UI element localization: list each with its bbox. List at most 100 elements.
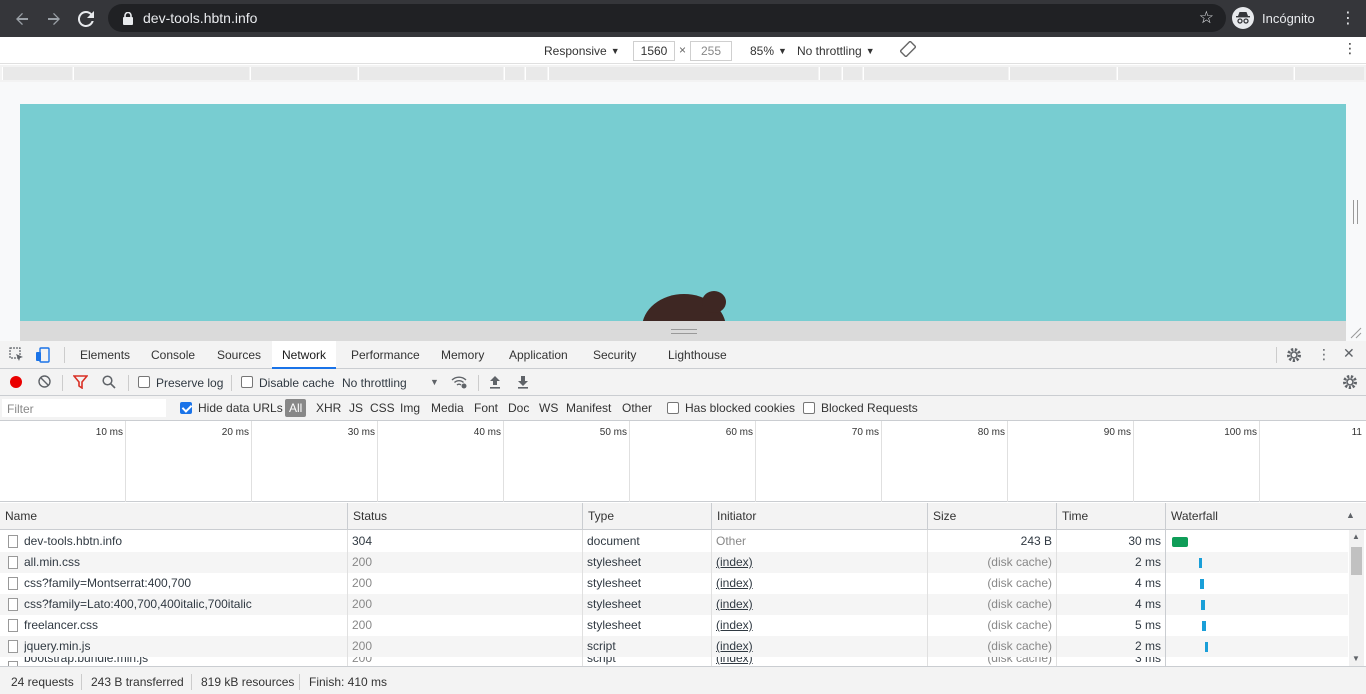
ruler-segment[interactable] (358, 67, 503, 80)
type-filter-xhr[interactable]: XHR (312, 399, 345, 417)
type-filter-manifest[interactable]: Manifest (562, 399, 615, 417)
height-input[interactable]: 255 (690, 41, 732, 61)
ruler-segment[interactable] (1294, 67, 1364, 80)
ruler-segment[interactable] (250, 67, 357, 80)
sort-ascending-icon[interactable]: ▲ (1346, 510, 1355, 520)
has-blocked-cookies-checkbox[interactable] (667, 402, 679, 414)
zoom-select[interactable]: 85% ▼ (750, 41, 787, 61)
timeline-overview[interactable]: 10 ms 20 ms 30 ms 40 ms 50 ms 60 ms 70 m… (0, 421, 1366, 502)
type-filter-media[interactable]: Media (427, 399, 468, 417)
table-row[interactable]: css?family=Lato:400,700,400italic,700ita… (0, 594, 1348, 615)
viewport-resize-handle[interactable] (20, 321, 1346, 341)
type-filter-js[interactable]: JS (345, 399, 367, 417)
record-icon[interactable] (10, 376, 22, 388)
rotate-button[interactable] (899, 40, 917, 60)
tab-application[interactable]: Application (499, 341, 578, 369)
type-filter-font[interactable]: Font (470, 399, 502, 417)
ruler-segment[interactable] (548, 67, 818, 80)
ruler-segment[interactable] (842, 67, 862, 80)
type-filter-other[interactable]: Other (618, 399, 656, 417)
tab-performance[interactable]: Performance (341, 341, 430, 369)
type-filter-css[interactable]: CSS (366, 399, 399, 417)
type-filter-doc[interactable]: Doc (504, 399, 533, 417)
tab-elements[interactable]: Elements (70, 341, 140, 369)
device-select[interactable]: Responsive ▼ (544, 41, 620, 61)
initiator-link[interactable]: (index) (716, 615, 753, 636)
filter-icon[interactable] (72, 375, 89, 392)
incognito-indicator[interactable]: Incógnito (1232, 5, 1315, 31)
table-row[interactable]: jquery.min.js 200 script (index) (disk c… (0, 636, 1348, 657)
tab-lighthouse[interactable]: Lighthouse (658, 341, 737, 369)
forward-button[interactable] (38, 0, 70, 37)
tab-console[interactable]: Console (141, 341, 205, 369)
type-filter-ws[interactable]: WS (535, 399, 562, 417)
url-text: dev-tools.hbtn.info (143, 10, 258, 26)
table-row[interactable]: bootstrap.bundle.min.js 200 script (inde… (0, 657, 1348, 666)
type-filter-img[interactable]: Img (396, 399, 424, 417)
blocked-requests-checkbox[interactable] (803, 402, 815, 414)
initiator-link[interactable]: (index) (716, 636, 753, 657)
table-scrollbar[interactable]: ▲ ▼ (1349, 530, 1364, 666)
export-har-icon[interactable] (517, 375, 529, 392)
disable-cache-checkbox[interactable] (241, 376, 253, 388)
ruler-segment[interactable] (863, 67, 1008, 80)
column-header-waterfall[interactable]: Waterfall (1166, 503, 1366, 530)
scroll-down-icon[interactable]: ▼ (1352, 654, 1360, 663)
network-throttling-select[interactable]: No throttling (342, 376, 407, 390)
tab-security[interactable]: Security (583, 341, 646, 369)
column-header-size[interactable]: Size (928, 503, 1057, 530)
inspect-element-icon[interactable] (9, 347, 25, 366)
filter-input[interactable]: Filter (2, 399, 166, 417)
address-bar[interactable]: dev-tools.hbtn.info ☆ (108, 4, 1226, 32)
table-row[interactable]: css?family=Montserrat:400,700 200 styles… (0, 573, 1348, 594)
scroll-up-icon[interactable]: ▲ (1352, 532, 1360, 541)
network-settings-gear-icon[interactable] (1342, 374, 1358, 393)
tab-memory[interactable]: Memory (431, 341, 494, 369)
scroll-thumb[interactable] (1351, 547, 1362, 575)
network-conditions-icon[interactable] (451, 375, 468, 392)
bookmark-star-icon[interactable]: ☆ (1199, 8, 1214, 28)
corner-resize-icon[interactable] (1348, 325, 1362, 339)
close-devtools-icon[interactable]: ✕ (1343, 345, 1355, 362)
vertical-resize-grip-icon[interactable] (1353, 200, 1358, 224)
initiator-link[interactable]: (index) (716, 594, 753, 615)
column-header-time[interactable]: Time (1057, 503, 1166, 530)
initiator-link[interactable]: (index) (716, 552, 753, 573)
ruler-segment[interactable] (1009, 67, 1116, 80)
table-row[interactable]: all.min.css 200 stylesheet (index) (disk… (0, 552, 1348, 573)
column-header-initiator[interactable]: Initiator (712, 503, 928, 530)
reload-button[interactable] (70, 0, 102, 37)
ruler-segment[interactable] (819, 67, 841, 80)
ruler-segment[interactable] (73, 67, 249, 80)
device-more-icon[interactable]: ⋮ (1343, 40, 1357, 57)
back-button[interactable] (6, 0, 38, 37)
ruler-segment[interactable] (504, 67, 524, 80)
clear-icon[interactable] (38, 375, 51, 391)
browser-menu-icon[interactable]: ⋮ (1340, 8, 1356, 28)
device-toggle-icon[interactable] (35, 347, 51, 366)
initiator-link[interactable]: (index) (716, 573, 753, 594)
width-input[interactable]: 1560 (633, 41, 675, 61)
initiator-link[interactable]: (index) (716, 657, 753, 666)
device-throttling-select[interactable]: No throttling ▼ (797, 41, 875, 61)
tab-sources[interactable]: Sources (207, 341, 271, 369)
table-row[interactable]: freelancer.css 200 stylesheet (index) (d… (0, 615, 1348, 636)
request-size: (disk cache) (987, 639, 1052, 653)
ruler-segment[interactable] (2, 67, 72, 80)
search-icon[interactable] (102, 375, 116, 392)
preserve-log-checkbox[interactable] (138, 376, 150, 388)
hide-data-urls-checkbox[interactable] (180, 402, 192, 414)
import-har-icon[interactable] (489, 375, 501, 392)
request-type: document (587, 534, 640, 548)
column-header-status[interactable]: Status (348, 503, 583, 530)
column-header-name[interactable]: Name (0, 503, 348, 530)
ruler-segment[interactable] (1117, 67, 1293, 80)
column-header-type[interactable]: Type (583, 503, 712, 530)
tab-network[interactable]: Network (272, 341, 337, 369)
devtools-more-icon[interactable]: ⋮ (1317, 346, 1331, 363)
type-filter-all[interactable]: All (285, 399, 307, 417)
page-preview[interactable] (20, 104, 1346, 321)
ruler-segment[interactable] (525, 67, 547, 80)
table-row[interactable]: dev-tools.hbtn.info 304 document Other 2… (0, 531, 1348, 552)
settings-gear-icon[interactable] (1286, 347, 1302, 366)
